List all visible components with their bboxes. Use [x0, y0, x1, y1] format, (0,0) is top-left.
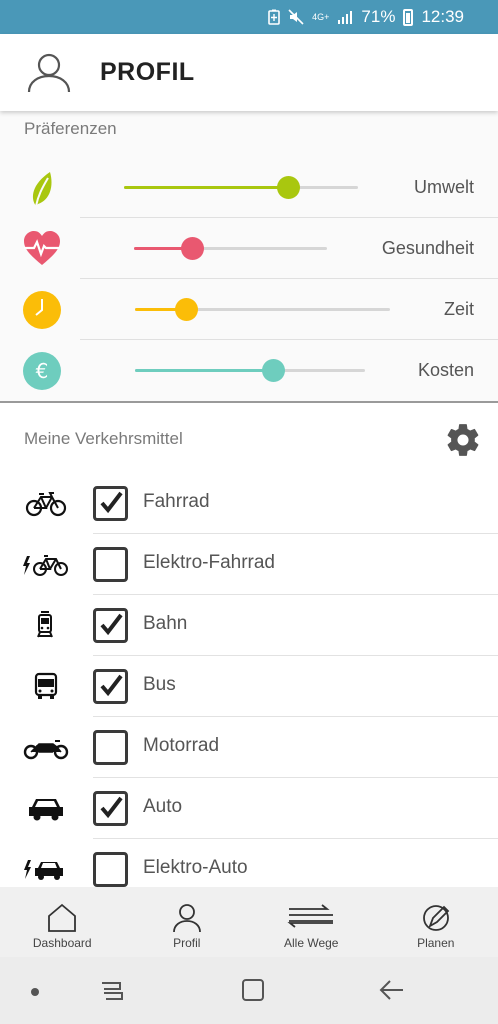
- fahrrad-checkbox[interactable]: [93, 486, 128, 521]
- app-header: PROFIL: [0, 34, 498, 111]
- nav-dashboard[interactable]: Dashboard: [0, 887, 125, 957]
- nav-profil[interactable]: Profil: [125, 887, 250, 957]
- page-title: PROFIL: [100, 58, 195, 86]
- umwelt-label: Umwelt: [413, 177, 474, 197]
- bus-label: Bus: [143, 674, 176, 695]
- bus-checkbox[interactable]: [93, 669, 128, 704]
- bus-icon: [34, 672, 58, 699]
- user-icon: [172, 904, 201, 933]
- vehicle-row-elektro-fahrrad[interactable]: Elektro-Fahrrad: [0, 534, 498, 595]
- back-icon[interactable]: [378, 977, 404, 1003]
- vehicle-row-bus[interactable]: Bus: [0, 656, 498, 717]
- vehicles-title: Meine Verkehrsmittel: [24, 429, 183, 448]
- pref-row-kosten: € Kosten: [0, 340, 498, 401]
- zeit-slider[interactable]: [135, 298, 390, 321]
- car-icon: [29, 799, 63, 821]
- battery-saver-icon: [268, 9, 280, 25]
- nav-alle-wege-label: Alle Wege: [284, 936, 339, 950]
- vehicle-row-elektro-auto[interactable]: Elektro-Auto: [0, 839, 498, 887]
- home-icon: [48, 903, 77, 932]
- signal-icon: [337, 10, 353, 24]
- gesundheit-slider-knob[interactable]: [180, 237, 204, 260]
- gesundheit-slider[interactable]: [134, 237, 327, 260]
- bottom-nav: Dashboard Profil Alle Wege Planen: [0, 887, 498, 957]
- status-bar: 4G+ 71% 12:39: [0, 0, 498, 34]
- gesundheit-label: Gesundheit: [381, 238, 474, 258]
- bicycle-icon: [25, 492, 67, 517]
- clock-icon: [23, 291, 61, 329]
- nav-alle-wege[interactable]: Alle Wege: [249, 887, 374, 957]
- svg-text:€: €: [36, 359, 49, 383]
- motorrad-checkbox[interactable]: [93, 730, 128, 765]
- electric-car-icon: [24, 860, 63, 880]
- preferences-section: Präferenzen Umwelt Gesundheit Zeit € Kos…: [0, 111, 498, 402]
- network-label: 4G+: [312, 12, 330, 22]
- kosten-label: Kosten: [417, 360, 474, 380]
- motorcycle-icon: [23, 740, 69, 760]
- home-button-icon[interactable]: [240, 977, 266, 1003]
- routes-icon: [287, 904, 334, 928]
- user-icon[interactable]: [26, 50, 72, 96]
- battery-icon: [403, 8, 414, 26]
- bahn-checkbox[interactable]: [93, 608, 128, 643]
- vehicle-row-auto[interactable]: Auto: [0, 778, 498, 839]
- kosten-slider-knob[interactable]: [262, 359, 285, 382]
- gear-icon[interactable]: [444, 421, 482, 459]
- umwelt-slider-knob[interactable]: [276, 176, 300, 199]
- nav-profil-label: Profil: [173, 936, 201, 950]
- pref-row-zeit: Zeit: [0, 279, 498, 340]
- heart-pulse-icon: [24, 231, 60, 265]
- kosten-slider[interactable]: [135, 359, 365, 382]
- electric-bicycle-icon: [23, 555, 68, 576]
- pen-icon: [422, 905, 450, 931]
- euro-icon: €: [23, 352, 61, 390]
- vehicles-section: Meine Verkehrsmittel Fahrrad Elektro-Fah…: [0, 403, 498, 887]
- pref-row-gesundheit: Gesundheit: [0, 218, 498, 279]
- zeit-label: Zeit: [443, 299, 474, 319]
- bahn-label: Bahn: [143, 613, 188, 634]
- tram-icon: [37, 611, 53, 638]
- nav-dashboard-label: Dashboard: [32, 936, 92, 950]
- vehicle-row-motorrad[interactable]: Motorrad: [0, 717, 498, 778]
- system-nav-bar: [0, 957, 498, 1024]
- pref-row-umwelt: Umwelt: [0, 157, 498, 218]
- recent-apps-icon[interactable]: [100, 977, 126, 1003]
- elektro-auto-checkbox[interactable]: [93, 852, 128, 887]
- elektro-auto-label: Elektro-Auto: [143, 857, 248, 878]
- motorrad-label: Motorrad: [143, 735, 220, 756]
- fahrrad-label: Fahrrad: [143, 491, 210, 512]
- auto-checkbox[interactable]: [93, 791, 128, 826]
- elektro-fahrrad-label: Elektro-Fahrrad: [143, 552, 275, 573]
- nav-planen-label: Planen: [417, 936, 455, 950]
- vehicle-row-bahn[interactable]: Bahn: [0, 595, 498, 656]
- umwelt-slider[interactable]: [124, 176, 358, 199]
- auto-label: Auto: [143, 796, 183, 817]
- mute-icon: [288, 9, 304, 25]
- leaf-icon: [32, 172, 52, 207]
- clock-time: 12:39: [421, 7, 464, 26]
- nav-planen[interactable]: Planen: [374, 887, 498, 957]
- elektro-fahrrad-checkbox[interactable]: [93, 547, 128, 582]
- preferences-title: Präferenzen: [24, 119, 117, 138]
- vehicle-row-fahrrad[interactable]: Fahrrad: [0, 473, 498, 534]
- zeit-slider-knob[interactable]: [175, 298, 198, 321]
- dot-indicator-icon: [31, 988, 39, 996]
- battery-percent: 71%: [361, 7, 396, 26]
